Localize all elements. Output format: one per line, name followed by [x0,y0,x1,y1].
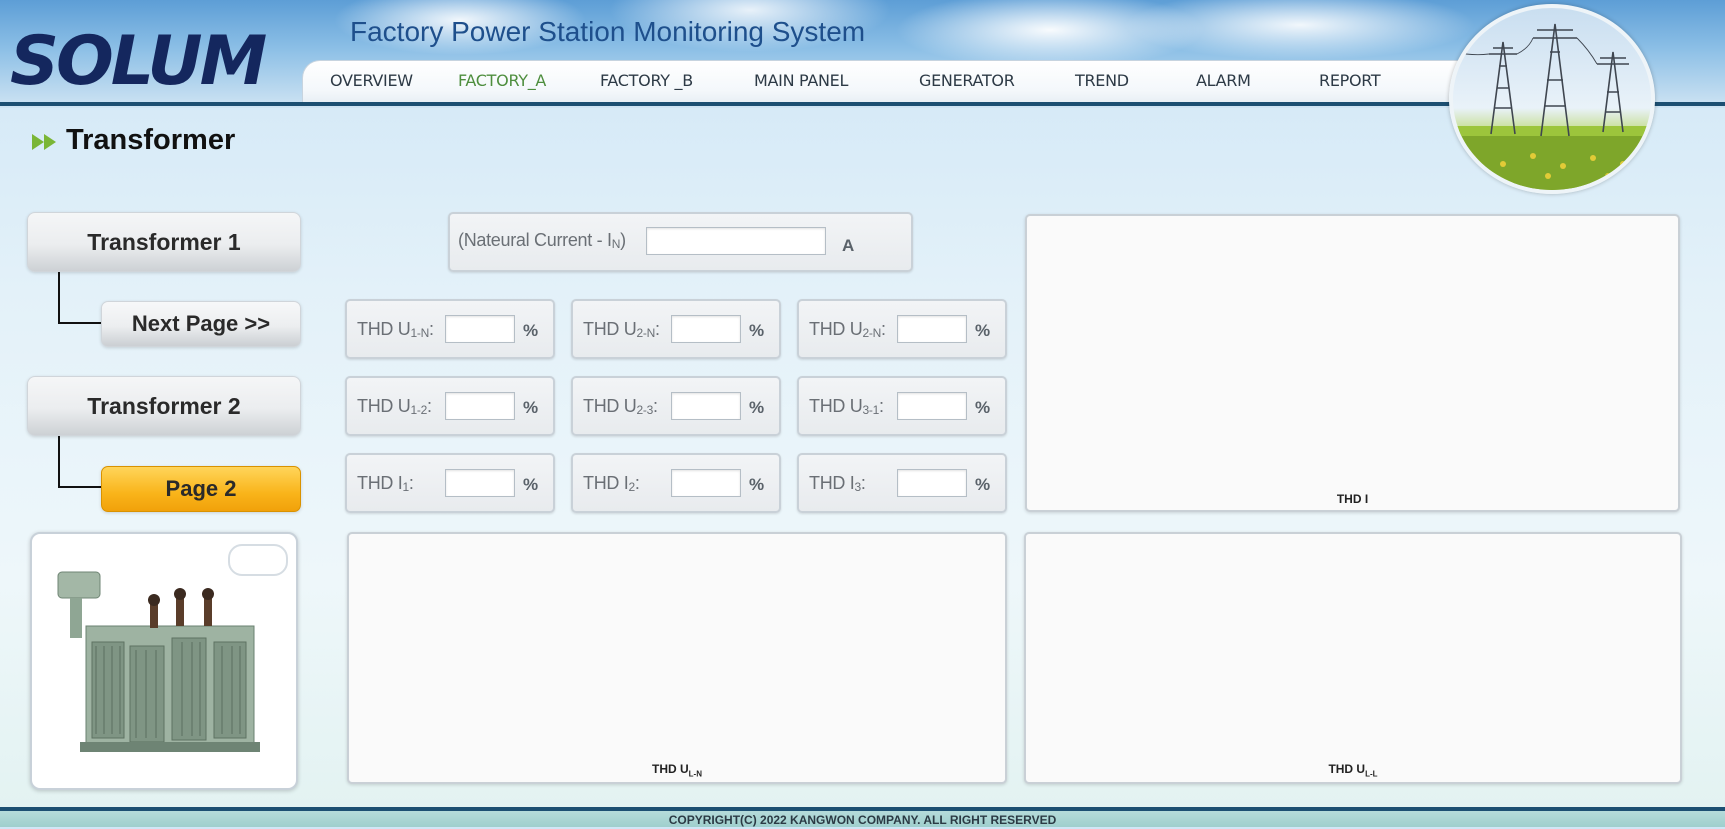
thd-i-chart: THD I [1025,214,1680,512]
double-arrow-icon [32,134,56,150]
logo-text: SOLUM [10,22,267,101]
natural-current-field: (Nateural Current - IN) A [448,212,913,272]
thd-i2-input[interactable] [671,469,741,497]
thd-i3-input[interactable] [897,469,967,497]
thd-u23-input[interactable] [671,392,741,420]
nav-generator[interactable]: GENERATOR [919,71,1015,90]
natural-current-input[interactable] [646,227,826,255]
nav-main-panel[interactable]: MAIN PANEL [754,71,848,90]
thd-i2-field: THD I2: % [571,453,781,513]
thd-i1-input[interactable] [445,469,515,497]
thd-i3-field: THD I3: % [797,453,1007,513]
transformer-photo [30,532,298,790]
power-tower-icon [1453,23,1651,190]
transformer-2-button[interactable]: Transformer 2 [27,376,301,436]
thd-uln-chart-title: THD UL-N [652,761,702,778]
next-page-button[interactable]: Next Page >> [101,301,301,347]
nav-factory-a[interactable]: FACTORY_A [458,71,546,90]
thd-ull-chart-title: THD UL-L [1328,761,1378,778]
thd-u12-input[interactable] [445,392,515,420]
thd-u2n-input-b[interactable] [897,315,967,343]
photo-toggle[interactable] [228,544,288,576]
thd-ull-chart: THD UL-L [1024,532,1682,784]
nav-overview[interactable]: OVERVIEW [330,71,413,90]
thd-u2n-input[interactable] [671,315,741,343]
nav-report[interactable]: REPORT [1319,71,1381,90]
tree-connector-2 [58,436,102,488]
thd-u1n-field: THD U1-N: % [345,299,555,359]
thd-i1-field: THD I1: % [345,453,555,513]
solum-logo: SOLUM [4,14,284,101]
page-title: Transformer [66,124,236,156]
thd-u12-field: THD U1-2: % [345,376,555,436]
page-2-button[interactable]: Page 2 [101,466,301,512]
natural-current-label: (Nateural Current - IN) [458,230,626,251]
nav-trend[interactable]: TREND [1075,71,1129,90]
thd-i-chart-title: THD I [1336,492,1369,506]
thd-u2n-field: THD U2-N: % [571,299,781,359]
nav-factory-b[interactable]: FACTORY _B [600,71,693,90]
tree-connector-1 [58,272,102,324]
natural-current-unit: A [842,236,855,255]
thd-uln-chart: THD UL-N [347,532,1007,784]
app-title: Factory Power Station Monitoring System [350,16,866,47]
thd-u31-field: THD U3-1: % [797,376,1007,436]
power-tower-image [1449,4,1655,194]
transformer-1-button[interactable]: Transformer 1 [27,212,301,272]
nav-alarm[interactable]: ALARM [1196,71,1251,90]
thd-u23-field: THD U2-3: % [571,376,781,436]
thd-u1n-input[interactable] [445,315,515,343]
footer-copyright: COPYRIGHT(C) 2022 KANGWON COMPANY. ALL R… [0,811,1725,827]
thd-u2n-field-b: THD U2-N: % [797,299,1007,359]
thd-u31-input[interactable] [897,392,967,420]
